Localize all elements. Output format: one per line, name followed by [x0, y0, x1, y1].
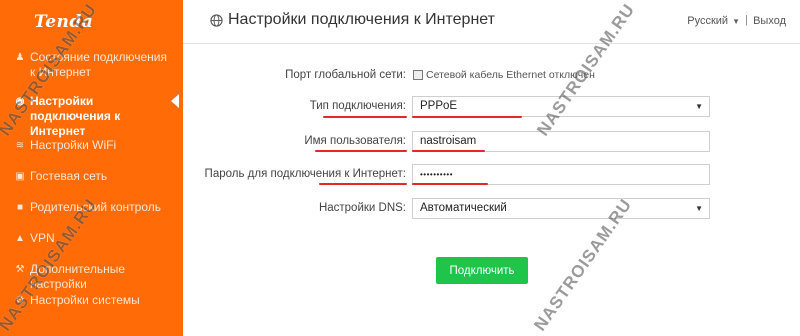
wrench-icon: ⚒	[15, 264, 25, 275]
dns-value: Автоматический	[420, 202, 507, 214]
sidebar-item-internet-settings[interactable]: ◉ Настройки подключения к Интернет	[14, 94, 174, 139]
globe-icon	[210, 14, 223, 27]
language-selector[interactable]: Русский ▼	[687, 15, 740, 27]
chevron-down-icon: ▼	[732, 17, 740, 26]
guest-icon: ▣	[15, 171, 25, 182]
sidebar-item-label: Настройки системы	[30, 293, 140, 307]
username-field[interactable]: nastroisam	[412, 131, 710, 152]
sidebar: Tenda ♟ Состояние подключения к Интернет…	[0, 0, 183, 336]
dns-select[interactable]: Автоматический ▼	[412, 198, 710, 219]
dns-label: Настройки DNS:	[318, 202, 406, 214]
chevron-down-icon: ▼	[695, 102, 703, 111]
sidebar-item-parental-control[interactable]: ■ Родительский контроль	[14, 200, 174, 215]
highlight-underline	[319, 183, 407, 185]
sidebar-item-label: Состояние подключения к Интернет	[30, 50, 167, 79]
language-label: Русский	[687, 15, 729, 27]
sidebar-item-label: Дополнительные настройки	[30, 262, 125, 291]
wifi-icon: ≋	[15, 140, 25, 151]
highlight-underline	[315, 150, 407, 152]
wan-port-status: Сетевой кабель Ethernet отключен	[426, 69, 595, 81]
highlight-underline	[412, 116, 522, 118]
sidebar-item-label: Настройки WiFi	[30, 138, 117, 152]
connection-type-select[interactable]: PPPoE ▼	[412, 96, 710, 117]
active-item-pointer	[171, 94, 179, 108]
globe-icon: ◉	[15, 96, 25, 107]
sidebar-item-guest-network[interactable]: ▣ Гостевая сеть	[14, 169, 174, 184]
chevron-down-icon: ▼	[695, 204, 703, 213]
shield-icon: ■	[16, 202, 24, 213]
person-icon: ♟	[15, 52, 25, 63]
connection-type-value: PPPoE	[420, 100, 458, 112]
password-label: Пароль для подключения к Интернет:	[204, 168, 406, 180]
sidebar-item-label: Настройки подключения к Интернет	[30, 94, 121, 138]
header-separator: |	[745, 14, 748, 26]
logout-link[interactable]: Выход	[753, 15, 786, 27]
sidebar-item-vpn[interactable]: ▲ VPN	[14, 231, 174, 246]
highlight-underline	[323, 116, 407, 118]
password-field[interactable]: ••••••••••	[412, 164, 710, 185]
sidebar-item-wifi[interactable]: ≋ Настройки WiFi	[14, 138, 174, 153]
sidebar-item-label: VPN	[30, 231, 55, 245]
sidebar-item-label: Родительский контроль	[30, 200, 161, 214]
sidebar-item-system[interactable]: ⚙ Настройки системы	[14, 293, 174, 308]
sidebar-item-advanced[interactable]: ⚒ Дополнительные настройки	[14, 262, 174, 292]
sidebar-item-connection-status[interactable]: ♟ Состояние подключения к Интернет	[14, 50, 174, 80]
sidebar-item-label: Гостевая сеть	[30, 169, 108, 183]
username-label: Имя пользователя:	[304, 135, 406, 147]
page-title: Настройки подключения к Интернет	[228, 11, 495, 28]
wan-port-label: Порт глобальной сети:	[285, 69, 406, 81]
vpn-icon: ▲	[15, 233, 25, 244]
connect-button[interactable]: Подключить	[436, 257, 528, 284]
connection-type-label: Тип подключения:	[309, 100, 406, 112]
username-value: nastroisam	[420, 135, 477, 147]
highlight-underline	[412, 183, 488, 185]
gear-icon: ⚙	[15, 295, 25, 306]
password-value: ••••••••••	[420, 170, 454, 179]
tenda-logo: Tenda	[34, 12, 94, 32]
highlight-underline	[412, 150, 485, 152]
wan-port-status-checkbox	[413, 70, 423, 80]
page-header: Настройки подключения к Интернет Русский…	[183, 0, 800, 44]
